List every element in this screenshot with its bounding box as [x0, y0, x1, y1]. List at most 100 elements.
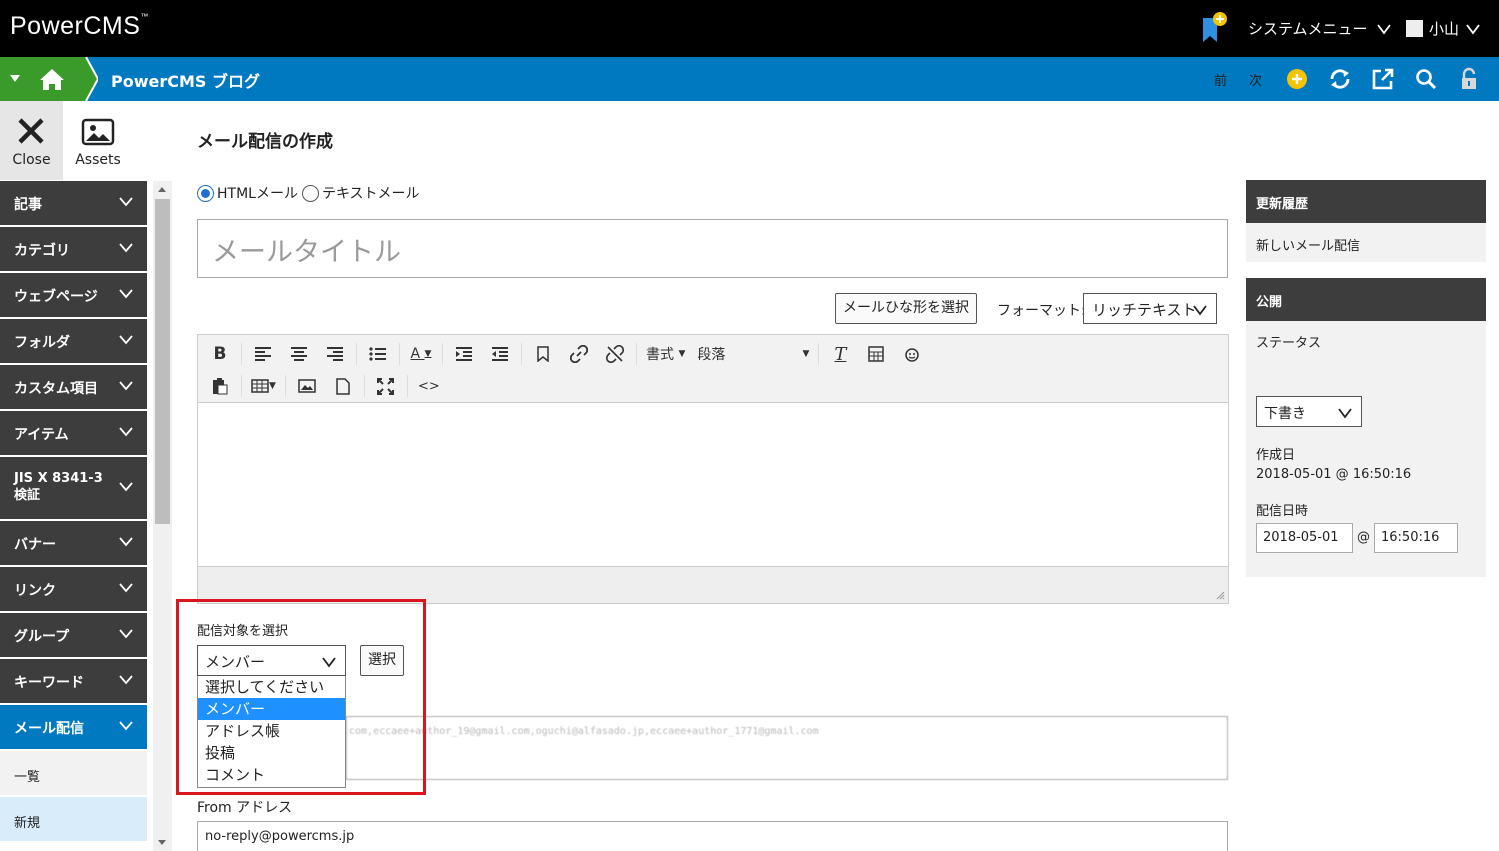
chevron-down-icon: [1466, 23, 1480, 34]
radio-html-mail[interactable]: [197, 184, 214, 202]
fullscreen-icon[interactable]: [374, 374, 398, 398]
send-date-input[interactable]: 2018-05-01: [1256, 523, 1353, 553]
sidebar-item-links[interactable]: リンク: [0, 567, 147, 611]
format-select[interactable]: リッチテキスト: [1083, 293, 1217, 324]
align-left-icon[interactable]: [251, 342, 275, 366]
avatar: [1406, 20, 1423, 37]
chevron-down-icon: [119, 721, 133, 731]
styles-dropdown[interactable]: 書式 ▼: [646, 342, 685, 366]
created-value: 2018-05-01 @ 16:50:16: [1256, 467, 1412, 482]
bullet-list-icon[interactable]: [366, 342, 390, 366]
rich-text-editor: B A ▼ 書式 ▼ 段落 ▼ T ▼ <>: [197, 334, 1229, 604]
add-icon[interactable]: [1284, 66, 1310, 92]
sidebar-item-custom-fields[interactable]: カスタム項目: [0, 365, 147, 409]
publish-panel: 公開 ステータス 下書き 作成日 2018-05-01 @ 16:50:16 配…: [1246, 278, 1486, 577]
select-template-button[interactable]: メールひな形を選択: [835, 293, 977, 324]
chevron-down-icon: [119, 289, 133, 299]
nav-actions: 前 次: [1214, 57, 1499, 101]
next-link[interactable]: 次: [1249, 70, 1262, 89]
close-label: Close: [12, 152, 51, 168]
sidebar-scrollbar[interactable]: [153, 181, 172, 851]
panel-tools: Close Assets: [0, 101, 172, 181]
radio-text-mail[interactable]: [301, 184, 319, 202]
user-menu[interactable]: 小山: [1406, 18, 1481, 39]
editor-toolbar: B A ▼ 書式 ▼ 段落 ▼ T ▼ <>: [198, 335, 1228, 403]
editor-body[interactable]: [198, 403, 1228, 567]
assets-button[interactable]: Assets: [63, 101, 133, 180]
mail-type-radios: HTMLメール テキストメール: [197, 183, 420, 203]
prev-link[interactable]: 前: [1214, 70, 1227, 89]
sidebar-item-groups[interactable]: グループ: [0, 613, 147, 657]
outdent-icon[interactable]: [488, 342, 512, 366]
align-center-icon[interactable]: [287, 342, 311, 366]
site-title[interactable]: PowerCMS ブログ: [111, 68, 260, 92]
emoticon-icon[interactable]: [900, 342, 924, 366]
image-icon: [81, 118, 115, 146]
history-item[interactable]: 新しいメール配信: [1256, 239, 1360, 254]
paste-icon[interactable]: [208, 374, 232, 398]
sidebar-item-banners[interactable]: バナー: [0, 521, 147, 565]
sidebar-item-jis-check[interactable]: JIS X 8341-3 検証: [0, 457, 147, 519]
paragraph-dropdown[interactable]: 段落 ▼: [697, 342, 809, 366]
insert-file-icon[interactable]: [331, 374, 355, 398]
page-title: メール配信の作成: [197, 132, 333, 152]
char-map-icon[interactable]: [864, 342, 888, 366]
sidebar-item-mail-delivery[interactable]: メール配信: [0, 705, 147, 749]
created-label: 作成日: [1256, 448, 1296, 463]
align-right-icon[interactable]: [323, 342, 347, 366]
sidebar-subitem-list[interactable]: 一覧: [0, 751, 147, 795]
insert-image-icon[interactable]: [295, 374, 319, 398]
search-icon[interactable]: [1413, 66, 1439, 92]
close-button[interactable]: Close: [0, 101, 63, 180]
sidebar-item-entries[interactable]: 記事: [0, 181, 147, 225]
sidebar-item-folders[interactable]: フォルダ: [0, 319, 147, 363]
publish-body: ステータス 下書き 作成日 2018-05-01 @ 16:50:16 配信日時: [1246, 321, 1486, 537]
table-icon[interactable]: ▼: [251, 374, 276, 398]
chevron-down-icon: [1338, 408, 1352, 419]
bookmark-add-icon[interactable]: [1200, 12, 1230, 44]
external-link-icon[interactable]: [1370, 66, 1396, 92]
highlight-box: [176, 599, 426, 795]
sidebar-subitem-new[interactable]: 新規: [0, 797, 147, 841]
system-menu[interactable]: システムメニュー: [1248, 18, 1392, 39]
mail-title-input[interactable]: メールタイトル: [197, 219, 1228, 278]
indent-icon[interactable]: [452, 342, 476, 366]
home-nav[interactable]: [0, 57, 98, 101]
refresh-icon[interactable]: [1327, 66, 1353, 92]
bold-icon[interactable]: B: [208, 342, 232, 366]
unlink-icon[interactable]: [603, 342, 627, 366]
status-value: 下書き: [1264, 406, 1306, 422]
resize-handle-icon[interactable]: [1216, 591, 1225, 600]
from-address-label: From アドレス: [197, 800, 293, 816]
status-select[interactable]: 下書き: [1256, 396, 1362, 427]
editor-statusbar: [198, 566, 1228, 603]
chevron-down-icon: [119, 197, 133, 207]
lock-icon[interactable]: [1456, 66, 1482, 92]
top-bar: PowerCMS™ システムメニュー 小山: [0, 0, 1499, 57]
format-value: リッチテキスト: [1092, 301, 1197, 319]
send-time-input[interactable]: 16:50:16: [1374, 523, 1458, 553]
sidebar-item-items[interactable]: アイテム: [0, 411, 147, 455]
clear-format-icon[interactable]: T: [828, 342, 852, 366]
chevron-down-icon: [119, 537, 133, 547]
radio-html-label[interactable]: HTMLメール: [217, 183, 298, 203]
recipients-field[interactable]: com,eccaee+author_19@gmail.com,oguchi@al…: [346, 716, 1228, 780]
from-address-input[interactable]: no-reply@powercms.jp: [197, 821, 1228, 851]
chevron-down-icon: [1376, 23, 1391, 34]
chevron-down-icon: [1193, 305, 1207, 316]
logo[interactable]: PowerCMS™: [10, 12, 149, 41]
at-sign: @: [1357, 530, 1370, 545]
system-menu-label: システムメニュー: [1248, 20, 1368, 38]
source-code-icon[interactable]: <>: [417, 374, 441, 398]
sidebar-item-categories[interactable]: カテゴリ: [0, 227, 147, 271]
bookmark-icon[interactable]: [531, 342, 555, 366]
sidebar-item-keywords[interactable]: キーワード: [0, 659, 147, 703]
close-icon: [18, 118, 44, 144]
history-panel: 更新履歴 新しいメール配信: [1246, 180, 1486, 262]
history-title: 更新履歴: [1246, 180, 1486, 223]
send-datetime-label: 配信日時: [1256, 504, 1309, 519]
link-icon[interactable]: [567, 342, 591, 366]
text-color-icon[interactable]: A ▼: [409, 342, 433, 366]
sidebar-item-webpages[interactable]: ウェブページ: [0, 273, 147, 317]
radio-text-label[interactable]: テキストメール: [322, 183, 420, 203]
